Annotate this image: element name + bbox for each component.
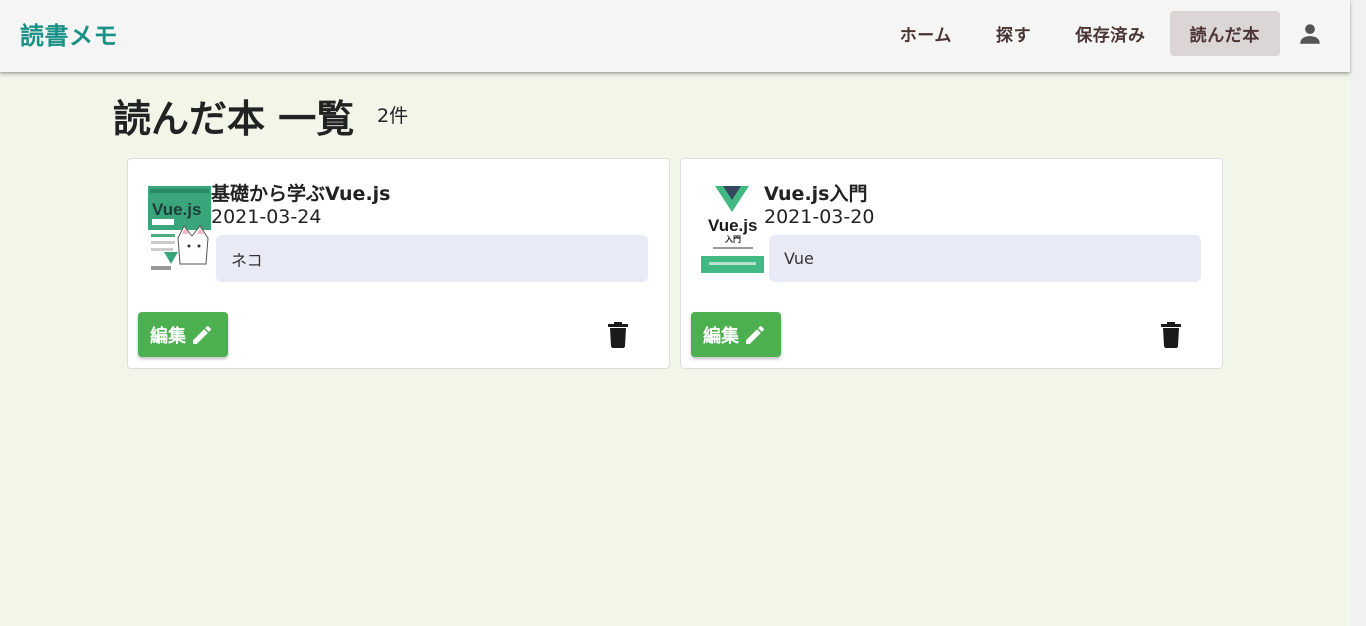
page-title: 読んだ本 一覧 (113, 97, 355, 141)
delete-button[interactable] (606, 321, 630, 349)
trash-icon (608, 322, 628, 348)
pencil-icon (193, 325, 212, 344)
book-card: Vue.js 基礎から学ぶVue.js 2021-03-24 ネコ 編集 (127, 158, 670, 369)
book-card: Vue.js 入門 Vue.js入門 2021-03-20 Vue 編集 (680, 158, 1223, 369)
cover-subtext: 入門 (724, 235, 741, 244)
cover-text: Vue.js (152, 200, 201, 219)
edit-label: 編集 (703, 325, 739, 347)
trash-icon (1161, 322, 1181, 348)
delete-button[interactable] (1159, 321, 1183, 349)
nav-bar: ホーム 探す 保存済み 読んだ本 (876, 11, 1332, 56)
app-brand[interactable]: 読書メモ (20, 16, 118, 51)
book-cover: Vue.js (148, 186, 211, 273)
book-count: 2件 (377, 105, 409, 127)
book-date: 2021-03-20 (764, 206, 875, 228)
nav-search[interactable]: 探す (976, 11, 1051, 56)
book-title: 基礎から学ぶVue.js (211, 183, 391, 205)
nav-home[interactable]: ホーム (880, 11, 972, 56)
nav-read-books[interactable]: 読んだ本 (1169, 11, 1280, 56)
app-bar: 読書メモ ホーム 探す 保存済み 読んだ本 (0, 0, 1350, 72)
cover-text: Vue.js (708, 216, 757, 235)
edit-label: 編集 (150, 325, 186, 347)
account-icon (1300, 23, 1320, 44)
pencil-icon (746, 325, 765, 344)
book-date: 2021-03-24 (211, 206, 322, 228)
account-button[interactable] (1288, 11, 1332, 56)
edit-button[interactable]: 編集 (138, 312, 228, 357)
book-cover: Vue.js 入門 (701, 186, 764, 273)
scrollbar[interactable] (1350, 0, 1366, 626)
nav-saved[interactable]: 保存済み (1055, 11, 1165, 56)
edit-button[interactable]: 編集 (691, 312, 781, 357)
book-memo: Vue (769, 235, 1201, 282)
book-title: Vue.js入門 (764, 183, 868, 205)
book-memo: ネコ (216, 235, 648, 282)
